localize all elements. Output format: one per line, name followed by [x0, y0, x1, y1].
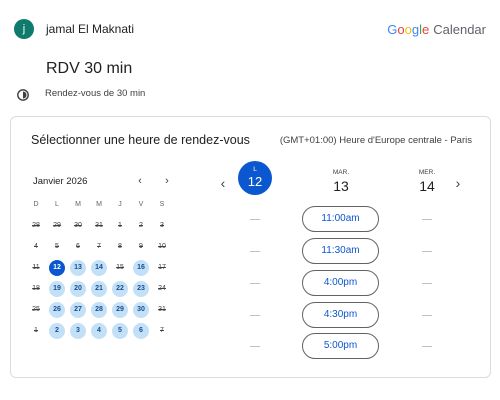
- day-of-week: L: [253, 166, 257, 173]
- mini-calendar-day: 25: [32, 306, 40, 313]
- no-slot-marker: [250, 315, 260, 316]
- mini-calendar-day: 24: [158, 285, 166, 292]
- mini-calendar-day: 28: [32, 222, 40, 229]
- no-slot-marker: [422, 251, 432, 252]
- mini-calendar-day: 5: [55, 243, 59, 250]
- mini-calendar-day[interactable]: 14: [91, 260, 107, 276]
- mini-calendar-day: 2: [139, 222, 143, 229]
- time-slot-button[interactable]: 4:30pm: [302, 302, 379, 328]
- mini-calendar-day[interactable]: 27: [70, 302, 86, 318]
- mini-calendar-day: 29: [53, 222, 61, 229]
- mini-calendar-day: 11: [32, 264, 40, 271]
- google-calendar-logo: Google Calendar: [387, 22, 486, 37]
- timezone-label[interactable]: (GMT+01:00) Heure d'Europe centrale - Pa…: [280, 135, 472, 146]
- mini-calendar-day: 7: [97, 243, 101, 250]
- mini-calendar-day[interactable]: 30: [133, 302, 149, 318]
- mini-calendar-day: 3: [160, 222, 164, 229]
- duration-text: Rendez-vous de 30 min: [45, 88, 146, 99]
- day-number: 13: [333, 178, 349, 194]
- mini-calendar-day[interactable]: 19: [49, 281, 65, 297]
- no-slot-marker: [422, 315, 432, 316]
- mini-calendar-day[interactable]: 28: [91, 302, 107, 318]
- day-of-week: MAR.: [332, 169, 350, 176]
- mini-calendar-day[interactable]: 16: [133, 260, 149, 276]
- user-avatar[interactable]: j: [14, 19, 34, 39]
- weekday-header: M: [96, 201, 102, 208]
- selected-day-circle: L 12: [238, 161, 272, 195]
- no-slot-marker: [422, 219, 432, 220]
- booking-title: Sélectionner une heure de rendez-vous: [31, 133, 250, 147]
- mini-calendar-day: 17: [158, 264, 166, 271]
- no-slot-marker: [250, 219, 260, 220]
- mini-calendar-day[interactable]: 21: [91, 281, 107, 297]
- mini-calendar-day[interactable]: 23: [133, 281, 149, 297]
- weekday-header: S: [159, 201, 165, 208]
- user-name: jamal El Maknati: [46, 22, 135, 36]
- brand-letter: o: [397, 22, 405, 37]
- app-header: j jamal El Maknati Google Calendar: [0, 0, 500, 58]
- mini-calendar-day: 15: [116, 264, 124, 271]
- day-of-week: MER.: [418, 169, 436, 176]
- mini-calendar-day-selected[interactable]: 12: [49, 260, 65, 276]
- time-slot-button[interactable]: 5:00pm: [302, 333, 379, 359]
- weekday-header: J: [118, 201, 122, 208]
- mini-calendar-day[interactable]: 29: [112, 302, 128, 318]
- day-column-header[interactable]: MAR. 13: [306, 161, 376, 194]
- mini-calendar-day[interactable]: 22: [112, 281, 128, 297]
- day-number: 14: [419, 178, 435, 194]
- brand-letter: o: [404, 22, 412, 37]
- clock-icon: [17, 89, 29, 101]
- mini-calendar-day: 31: [158, 306, 166, 313]
- mini-calendar-day: 10: [158, 243, 166, 250]
- day-column-header[interactable]: L 12: [220, 161, 290, 195]
- weekday-header: D: [33, 201, 39, 208]
- day-header: MAR. 13: [306, 161, 376, 194]
- no-slot-marker: [422, 283, 432, 284]
- mini-calendar-day[interactable]: 2: [49, 323, 65, 339]
- brand-app-name: Calendar: [433, 22, 486, 37]
- time-slot-button[interactable]: 11:30am: [302, 238, 379, 264]
- event-title: RDV 30 min: [46, 60, 133, 77]
- mini-calendar-day: 8: [118, 243, 122, 250]
- time-slot-button[interactable]: 11:00am: [302, 206, 379, 232]
- weekday-header: L: [55, 201, 59, 208]
- time-slot-button[interactable]: 4:00pm: [302, 270, 379, 296]
- no-slot-marker: [422, 346, 432, 347]
- weekday-header: V: [138, 201, 144, 208]
- mini-calendar-day: 31: [95, 222, 103, 229]
- no-slot-marker: [250, 346, 260, 347]
- booking-card: Sélectionner une heure de rendez-vous (G…: [10, 116, 491, 378]
- day-header: MER. 14: [392, 161, 462, 194]
- mini-calendar-day[interactable]: 4: [91, 323, 107, 339]
- mini-calendar-day: 30: [74, 222, 82, 229]
- mini-calendar-month: Janvier 2026: [33, 176, 88, 187]
- day-column-header[interactable]: MER. 14: [392, 161, 462, 194]
- mini-calendar-day: 6: [76, 243, 80, 250]
- mini-calendar-day[interactable]: 6: [133, 323, 149, 339]
- mini-calendar-prev-button[interactable]: ‹: [133, 174, 147, 188]
- no-slot-marker: [250, 251, 260, 252]
- brand-letter: e: [422, 22, 430, 37]
- no-slot-marker: [250, 283, 260, 284]
- mini-calendar-day: 1: [118, 222, 122, 229]
- mini-calendar-day[interactable]: 5: [112, 323, 128, 339]
- mini-calendar-day: 18: [32, 285, 40, 292]
- mini-calendar-day[interactable]: 3: [70, 323, 86, 339]
- weekday-header: M: [75, 201, 81, 208]
- day-number: 12: [247, 174, 263, 189]
- mini-calendar-day: 4: [34, 243, 38, 250]
- brand-letter: G: [387, 22, 398, 37]
- mini-calendar-day: 7: [160, 327, 164, 334]
- mini-calendar-next-button[interactable]: ›: [160, 174, 174, 188]
- mini-calendar-day[interactable]: 20: [70, 281, 86, 297]
- mini-calendar-day: 1: [34, 327, 38, 334]
- mini-calendar-day: 9: [139, 243, 143, 250]
- mini-calendar-day[interactable]: 26: [49, 302, 65, 318]
- mini-calendar-day[interactable]: 13: [70, 260, 86, 276]
